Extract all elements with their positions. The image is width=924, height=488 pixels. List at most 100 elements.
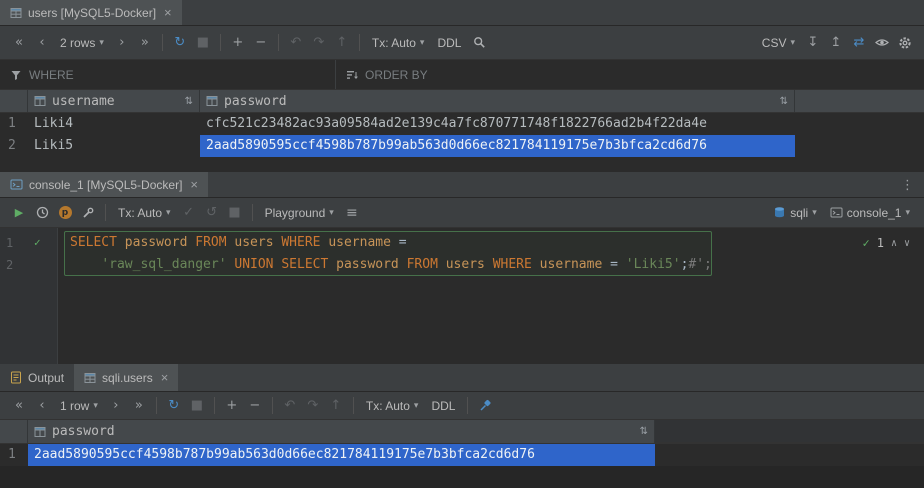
add-row-button[interactable]: + bbox=[221, 395, 243, 417]
code-line[interactable]: 'raw_sql_danger' UNION SELECT password F… bbox=[70, 254, 924, 276]
pin-tab-button[interactable] bbox=[474, 395, 496, 417]
panel-empty-space bbox=[0, 466, 924, 488]
column-icon bbox=[206, 95, 218, 107]
settings-button[interactable] bbox=[894, 32, 916, 54]
next-page-button[interactable]: › bbox=[105, 395, 127, 417]
previous-page-button[interactable]: ‹ bbox=[31, 395, 53, 417]
toolbar-right-group: CSV ▾ ↧ ↥ ⇄ bbox=[756, 32, 916, 54]
where-filter-field[interactable]: WHERE bbox=[0, 60, 336, 89]
more-options-icon[interactable]: ⋮ bbox=[891, 177, 924, 193]
commit-button[interactable]: ✓ bbox=[178, 202, 200, 224]
order-by-field[interactable]: ORDER BY bbox=[336, 60, 438, 89]
ddl-button[interactable]: DDL bbox=[431, 32, 467, 54]
data-editor-toolbar: « ‹ 2 rows ▾ › » ↻ ■ + − ↶ ↷ ↑ Tx: Auto … bbox=[0, 26, 924, 60]
schema-switcher[interactable]: sqli ▾ bbox=[767, 202, 823, 224]
last-page-button[interactable]: » bbox=[128, 395, 150, 417]
refresh-button[interactable]: ↻ bbox=[163, 395, 185, 417]
submit-button[interactable]: ↑ bbox=[331, 32, 353, 54]
cell-username[interactable]: Liki5 bbox=[28, 135, 200, 157]
editor-tab-bar: users [MySQL5-Docker] × bbox=[0, 0, 924, 26]
sort-icon[interactable]: ⇅ bbox=[780, 96, 788, 107]
next-result-icon[interactable]: ∨ bbox=[904, 238, 910, 249]
output-layout-button[interactable]: ≡ bbox=[341, 202, 363, 224]
redo-button[interactable]: ↷ bbox=[302, 395, 324, 417]
ddl-button[interactable]: DDL bbox=[425, 395, 461, 417]
first-page-button[interactable]: « bbox=[8, 395, 30, 417]
execute-button[interactable]: ▶ bbox=[8, 202, 30, 224]
last-page-button[interactable]: » bbox=[134, 32, 156, 54]
row-number[interactable]: 1 bbox=[0, 113, 28, 135]
tab-sqli-users-result[interactable]: sqli.users × bbox=[74, 364, 178, 391]
tx-mode-dropdown[interactable]: Tx: Auto ▾ bbox=[112, 202, 177, 224]
column-header-password[interactable]: password ⇅ bbox=[200, 90, 795, 112]
divider bbox=[162, 34, 163, 51]
table-row: 2 Liki5 2aad5890595ccf4598b787b99ab563d0… bbox=[0, 135, 924, 157]
close-icon[interactable]: × bbox=[161, 370, 169, 385]
chevron-down-icon: ▾ bbox=[93, 400, 98, 411]
stop-button[interactable]: ■ bbox=[192, 32, 214, 54]
next-page-button[interactable]: › bbox=[111, 32, 133, 54]
refresh-button[interactable]: ↻ bbox=[169, 32, 191, 54]
tx-mode-dropdown[interactable]: Tx: Auto ▾ bbox=[360, 395, 425, 417]
clock-icon bbox=[36, 206, 49, 219]
cell-password-selected[interactable]: 2aad5890595ccf4598b787b99ab563d0d66ec821… bbox=[28, 444, 655, 466]
sort-icon[interactable]: ⇅ bbox=[185, 96, 193, 107]
submit-button[interactable]: ↑ bbox=[325, 395, 347, 417]
code-area[interactable]: SELECT password FROM users WHERE usernam… bbox=[70, 228, 924, 276]
close-icon[interactable]: × bbox=[190, 177, 198, 192]
previous-result-icon[interactable]: ∧ bbox=[891, 238, 897, 249]
compare-data-button[interactable]: ⇄ bbox=[848, 32, 870, 54]
export-format-dropdown[interactable]: CSV ▾ bbox=[756, 32, 801, 54]
row-number[interactable]: 2 bbox=[0, 135, 28, 157]
column-icon bbox=[34, 95, 46, 107]
schema-label: sqli bbox=[790, 206, 808, 220]
page-size-dropdown[interactable]: 2 rows ▾ bbox=[54, 32, 110, 54]
view-options-button[interactable] bbox=[871, 32, 893, 54]
search-button[interactable] bbox=[468, 32, 490, 54]
divider bbox=[214, 397, 215, 414]
playground-dropdown[interactable]: Playground ▾ bbox=[259, 202, 340, 224]
close-icon[interactable]: × bbox=[164, 5, 172, 20]
console-settings-button[interactable] bbox=[77, 202, 99, 224]
parameters-button[interactable]: p bbox=[54, 202, 76, 224]
column-name: username bbox=[52, 94, 115, 109]
code-line[interactable]: SELECT password FROM users WHERE usernam… bbox=[70, 232, 924, 254]
cell-password-selected[interactable]: 2aad5890595ccf4598b787b99ab563d0d66ec821… bbox=[200, 135, 795, 157]
cell-password[interactable]: cfc521c23482ac93a09584ad2e139c4a7fc87077… bbox=[200, 113, 795, 135]
tab-console-1[interactable]: console_1 [MySQL5-Docker] × bbox=[0, 172, 208, 197]
column-header-password[interactable]: password ⇅ bbox=[28, 420, 655, 443]
column-header-username[interactable]: username ⇅ bbox=[28, 90, 200, 112]
tx-mode-dropdown[interactable]: Tx: Auto ▾ bbox=[366, 32, 431, 54]
execution-result-navigator: ✓ 1 ∧ ∨ bbox=[862, 236, 910, 250]
page-size-label: 2 rows bbox=[60, 36, 95, 50]
page-size-dropdown[interactable]: 1 row ▾ bbox=[54, 395, 104, 417]
datagrip-window: users [MySQL5-Docker] × « ‹ 2 rows ▾ › »… bbox=[0, 0, 924, 488]
divider bbox=[272, 397, 273, 414]
output-icon bbox=[10, 371, 22, 384]
first-page-button[interactable]: « bbox=[8, 32, 30, 54]
sort-icon[interactable]: ⇅ bbox=[640, 426, 648, 437]
undo-button[interactable]: ↶ bbox=[285, 32, 307, 54]
divider bbox=[105, 204, 106, 221]
export-data-button[interactable]: ↧ bbox=[802, 32, 824, 54]
delete-row-button[interactable]: − bbox=[250, 32, 272, 54]
tab-users-table[interactable]: users [MySQL5-Docker] × bbox=[0, 0, 182, 25]
chevron-down-icon: ▾ bbox=[166, 207, 171, 218]
stop-button[interactable]: ■ bbox=[186, 395, 208, 417]
rollback-button[interactable]: ↺ bbox=[201, 202, 223, 224]
undo-button[interactable]: ↶ bbox=[279, 395, 301, 417]
delete-row-button[interactable]: − bbox=[244, 395, 266, 417]
row-number[interactable]: 1 bbox=[0, 444, 28, 466]
cancel-query-button[interactable]: ■ bbox=[224, 202, 246, 224]
query-history-button[interactable] bbox=[31, 202, 53, 224]
redo-button[interactable]: ↷ bbox=[308, 32, 330, 54]
previous-page-button[interactable]: ‹ bbox=[31, 32, 53, 54]
tab-title: sqli.users bbox=[102, 371, 153, 385]
playground-label: Playground bbox=[265, 206, 326, 220]
import-data-button[interactable]: ↥ bbox=[825, 32, 847, 54]
tab-output[interactable]: Output bbox=[0, 364, 74, 391]
sql-editor[interactable]: 1 ✓ 2 SELECT password FROM users WHERE u… bbox=[0, 228, 924, 364]
console-switcher[interactable]: console_1 ▾ bbox=[824, 202, 916, 224]
add-row-button[interactable]: + bbox=[227, 32, 249, 54]
cell-username[interactable]: Liki4 bbox=[28, 113, 200, 135]
